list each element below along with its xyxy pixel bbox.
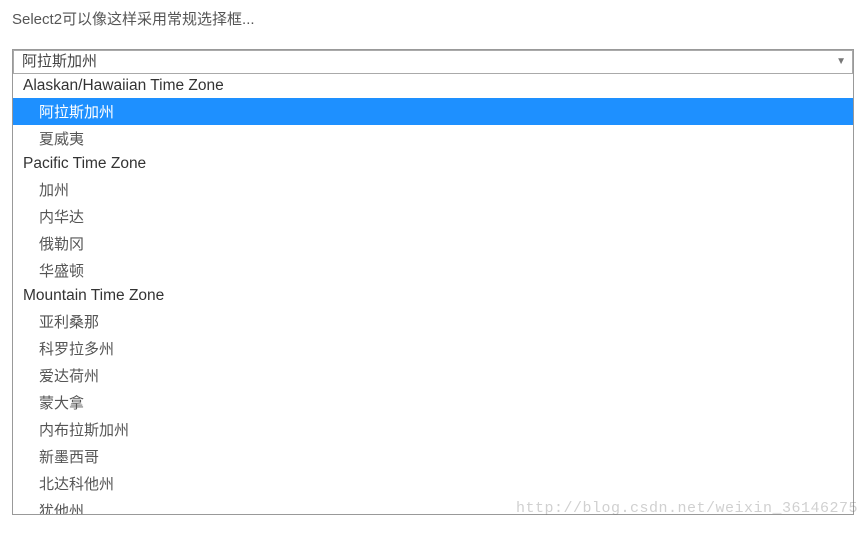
select-option[interactable]: 爱达荷州 [13,362,853,389]
select2-selection[interactable]: 阿拉斯加州 ▼ [13,50,853,74]
select-option[interactable]: 犹他州 [13,497,853,514]
select-option[interactable]: 夏威夷 [13,125,853,152]
dropdown-arrow-icon: ▼ [836,51,846,73]
select-option[interactable]: 俄勒冈 [13,230,853,257]
select-option[interactable]: 北达科他州 [13,470,853,497]
select-option[interactable]: 蒙大拿 [13,389,853,416]
optgroup-label: Mountain Time Zone [13,284,853,308]
select-option[interactable]: 华盛顿 [13,257,853,284]
page-description: Select2可以像这样采用常规选择框... [12,8,858,29]
select-option[interactable]: 内布拉斯加州 [13,416,853,443]
select2-container: 阿拉斯加州 ▼ Alaskan/Hawaiian Time Zone阿拉斯加州夏… [12,49,854,515]
options-list[interactable]: Alaskan/Hawaiian Time Zone阿拉斯加州夏威夷Pacifi… [13,74,853,514]
select-option[interactable]: 内华达 [13,203,853,230]
select-option[interactable]: 新墨西哥 [13,443,853,470]
select-option[interactable]: 加州 [13,176,853,203]
optgroup-label: Pacific Time Zone [13,152,853,176]
selected-value: 阿拉斯加州 [22,53,97,70]
select-option[interactable]: 科罗拉多州 [13,335,853,362]
select-option[interactable]: 阿拉斯加州 [13,98,853,125]
optgroup-label: Alaskan/Hawaiian Time Zone [13,74,853,98]
select-option[interactable]: 亚利桑那 [13,308,853,335]
select2-dropdown: Alaskan/Hawaiian Time Zone阿拉斯加州夏威夷Pacifi… [13,74,853,514]
